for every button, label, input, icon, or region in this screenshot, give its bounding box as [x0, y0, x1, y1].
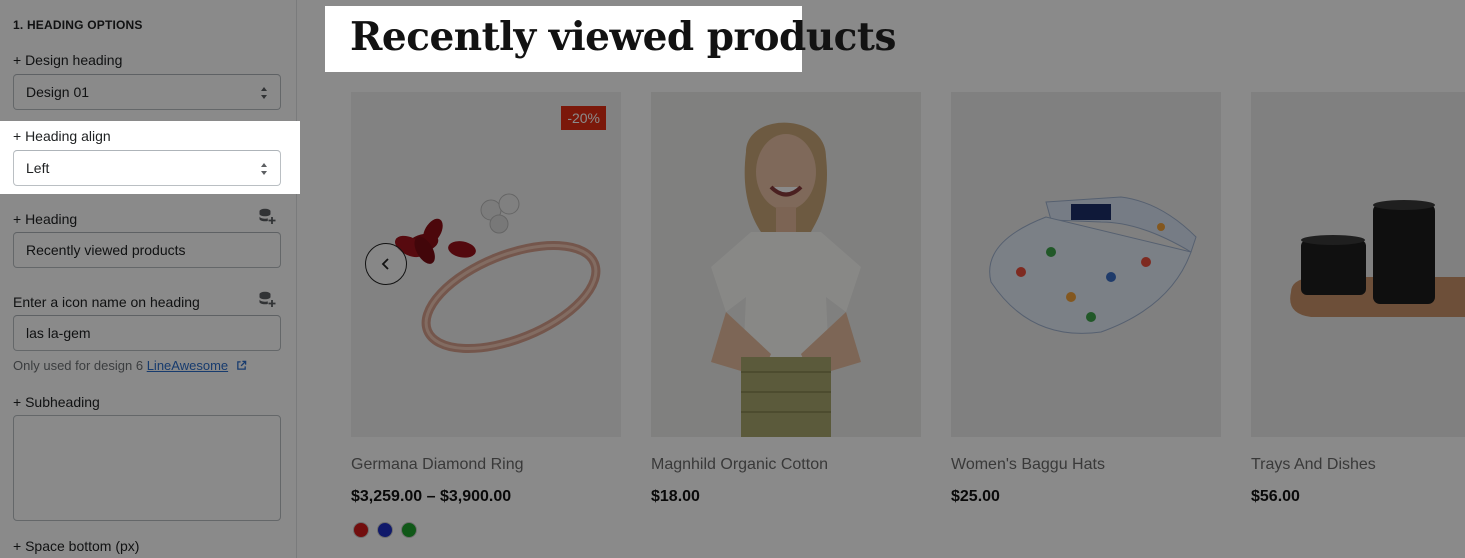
- icon-help-text: Only used for design 6 LineAwesome: [13, 358, 247, 373]
- product-title[interactable]: Magnhild Organic Cotton: [651, 456, 828, 474]
- trays-image: [1251, 92, 1465, 437]
- section-title: 1. HEADING OPTIONS: [13, 18, 143, 32]
- heading-label: + Heading: [13, 211, 78, 227]
- updown-caret-icon: [261, 87, 267, 99]
- subheading-label: + Subheading: [13, 394, 100, 410]
- external-link-icon: [236, 360, 247, 370]
- product-card[interactable]: Trays And Dishes $56.00: [1251, 92, 1465, 505]
- product-title[interactable]: Women's Baggu Hats: [951, 456, 1105, 474]
- product-image[interactable]: [1251, 92, 1465, 437]
- sale-badge: -20%: [561, 106, 606, 130]
- subheading-textarea[interactable]: [13, 415, 281, 521]
- database-plus-icon[interactable]: [258, 207, 276, 225]
- model-image: [651, 92, 921, 437]
- section-heading: Recently viewed products: [350, 14, 896, 60]
- product-card[interactable]: Women's Baggu Hats $25.00: [951, 92, 1221, 505]
- icon-name-label: Enter a icon name on heading: [13, 294, 200, 310]
- product-card[interactable]: Magnhild Organic Cotton $18.00: [651, 92, 921, 505]
- swatch-green[interactable]: [401, 522, 417, 538]
- chevron-left-icon: [381, 258, 389, 270]
- settings-sidebar: 1. HEADING OPTIONS + Design heading Desi…: [0, 0, 297, 558]
- heading-input[interactable]: Recently viewed products: [13, 232, 281, 268]
- swatch-red[interactable]: [353, 522, 369, 538]
- product-price: $56.00: [1251, 488, 1300, 505]
- database-plus-icon[interactable]: [258, 290, 276, 308]
- product-title[interactable]: Germana Diamond Ring: [351, 456, 524, 474]
- heading-align-value: Left: [26, 160, 50, 176]
- product-image[interactable]: [951, 92, 1221, 437]
- heading-align-label: + Heading align: [13, 128, 111, 144]
- swatch-blue[interactable]: [377, 522, 393, 538]
- product-image[interactable]: [651, 92, 921, 437]
- icon-help-prefix: Only used for design 6: [13, 358, 144, 373]
- updown-caret-icon: [261, 163, 267, 175]
- design-heading-label: + Design heading: [13, 52, 123, 68]
- design-heading-value: Design 01: [26, 84, 90, 100]
- space-bottom-label: + Space bottom (px): [13, 538, 140, 554]
- product-title[interactable]: Trays And Dishes: [1251, 456, 1376, 474]
- heading-align-select[interactable]: Left: [13, 150, 281, 186]
- design-heading-select[interactable]: Design 01: [13, 74, 281, 110]
- product-price: $25.00: [951, 488, 1000, 505]
- lineawesome-link[interactable]: LineAwesome: [147, 358, 228, 373]
- icon-name-input[interactable]: las la-gem: [13, 315, 281, 351]
- product-price: $18.00: [651, 488, 700, 505]
- product-price: $3,259.00 – $3,900.00: [351, 488, 512, 505]
- hat-image: [951, 92, 1221, 437]
- color-swatches: [353, 522, 417, 538]
- carousel-prev-button[interactable]: [365, 243, 407, 285]
